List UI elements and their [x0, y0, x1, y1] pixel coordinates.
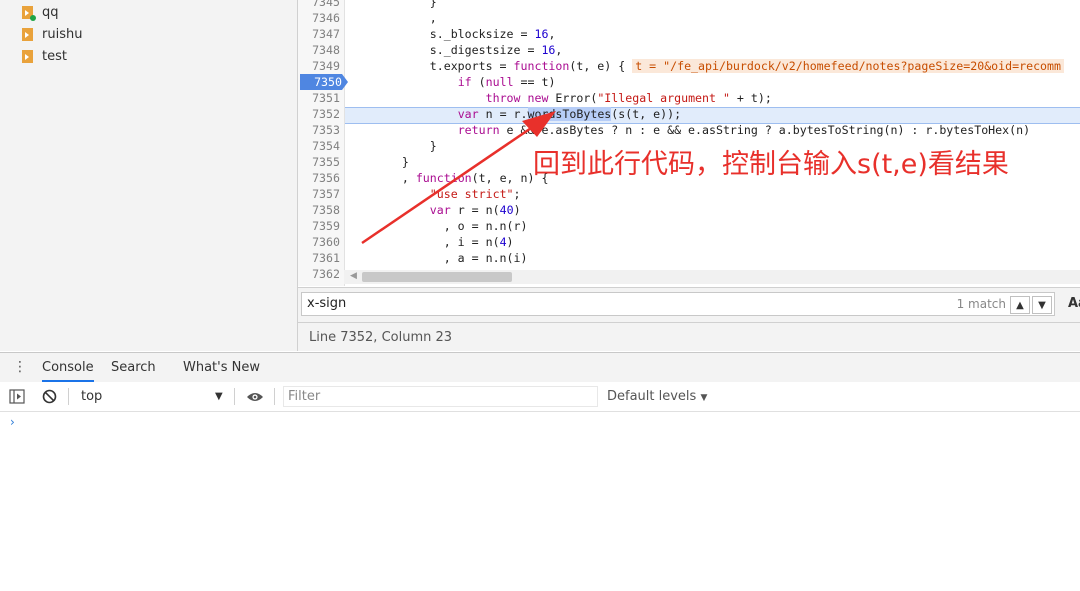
- annotation-text: 回到此行代码，控制台输入s(t,e)看结果: [533, 149, 1009, 180]
- annotation-arrow: [361, 111, 556, 245]
